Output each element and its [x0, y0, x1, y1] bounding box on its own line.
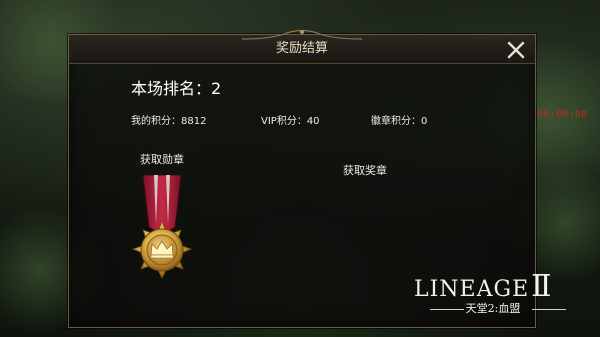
- medal-section-label: 获取勋章: [140, 153, 184, 166]
- dialog-title-bar: 奖励结算: [69, 29, 535, 64]
- logo-main-text: LINEAGE: [414, 277, 530, 302]
- logo-wordmark: LINEAGEⅡ: [414, 272, 553, 305]
- logo-rule-right: [532, 309, 566, 310]
- badge-score: 徽章积分：0: [371, 116, 428, 127]
- close-icon[interactable]: [505, 39, 527, 61]
- game-logo: LINEAGEⅡ 天堂2:血盟: [408, 272, 588, 328]
- my-score: 我的积分：8812: [131, 116, 207, 127]
- medal-icon: [131, 175, 193, 279]
- match-rank: 本场排名：2: [131, 79, 222, 98]
- match-timer: 00:00:00: [537, 109, 588, 120]
- logo-numeral: Ⅱ: [531, 269, 553, 304]
- dialog-title: 奖励结算: [275, 41, 328, 56]
- game-scene: 00:00:00 奖励结算 本场排名：2 我的积分：8812 VIP积分：40 …: [0, 0, 600, 337]
- award-section-label: 获取奖章: [343, 164, 387, 177]
- vip-score: VIP积分：40: [261, 116, 320, 127]
